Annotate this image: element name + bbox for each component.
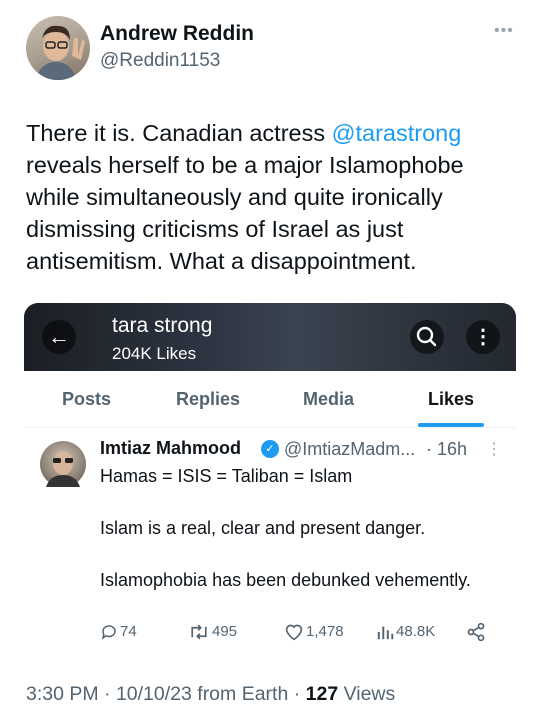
tab-media[interactable]: Media: [303, 389, 354, 410]
liked-post-avatar[interactable]: [40, 441, 86, 487]
timestamp[interactable]: 3:30 PM · 10/10/23 from Earth ·: [26, 683, 306, 705]
author-name[interactable]: Andrew Reddin: [100, 22, 254, 46]
liked-post-text: Hamas = ISIS = Taliban = Islam Islam is …: [100, 466, 471, 590]
liked-post-handle[interactable]: @ImtiazMadm...: [284, 439, 415, 460]
active-tab-indicator: [418, 423, 484, 427]
profile-tabs: Posts Replies Media Likes: [24, 371, 516, 428]
liked-post-author-name[interactable]: Imtiaz Mahmood: [100, 438, 241, 459]
search-icon[interactable]: [410, 320, 444, 354]
profile-name: tara strong: [112, 314, 213, 337]
reply-icon: [101, 625, 116, 640]
profile-likes-count: 204K Likes: [112, 344, 197, 363]
author-avatar[interactable]: [26, 16, 90, 80]
share-action[interactable]: [466, 621, 488, 643]
profile-header-bar: ← tara strong 204K Likes ⋮: [24, 303, 516, 371]
back-arrow-icon[interactable]: ←: [42, 320, 76, 354]
repost-action[interactable]: 495: [188, 621, 237, 643]
share-icon: [467, 622, 485, 642]
views-total: 127: [305, 683, 339, 705]
more-icon[interactable]: •••: [494, 22, 514, 40]
views-label: Views: [338, 683, 396, 705]
like-count: 1,478: [306, 623, 344, 640]
repost-count: 495: [212, 623, 238, 640]
tweet-text-part: There it is. Canadian actress: [26, 120, 332, 146]
tweet-text: There it is. Canadian actress @tarastron…: [26, 117, 516, 277]
tweet-footer: 3:30 PM · 10/10/23 from Earth · 127 View…: [26, 683, 395, 706]
verified-badge-icon: ✓: [261, 440, 279, 458]
author-handle[interactable]: @Reddin1153: [100, 50, 220, 72]
repost-icon: [191, 624, 207, 640]
reply-count: 74: [120, 623, 137, 640]
tab-posts[interactable]: Posts: [62, 389, 111, 410]
liked-post-more-icon[interactable]: ⋮: [486, 439, 502, 459]
liked-post-time[interactable]: · 16h: [426, 439, 467, 460]
mention-link[interactable]: @tarastrong: [332, 120, 462, 146]
like-action[interactable]: 1,478: [284, 621, 344, 643]
tweet-text-part: reveals herself to be a major Islamophob…: [26, 152, 464, 274]
embedded-screenshot[interactable]: ← tara strong 204K Likes ⋮ Posts Replies…: [24, 303, 516, 659]
views-count: 48.8K: [396, 623, 436, 640]
views-icon: [377, 626, 394, 640]
like-icon: [285, 624, 303, 641]
vertical-more-icon[interactable]: ⋮: [466, 320, 500, 354]
tab-replies[interactable]: Replies: [176, 389, 240, 410]
reply-action[interactable]: 74: [100, 621, 137, 643]
tab-likes[interactable]: Likes: [428, 389, 474, 410]
views-action[interactable]: 48.8K: [376, 621, 435, 643]
